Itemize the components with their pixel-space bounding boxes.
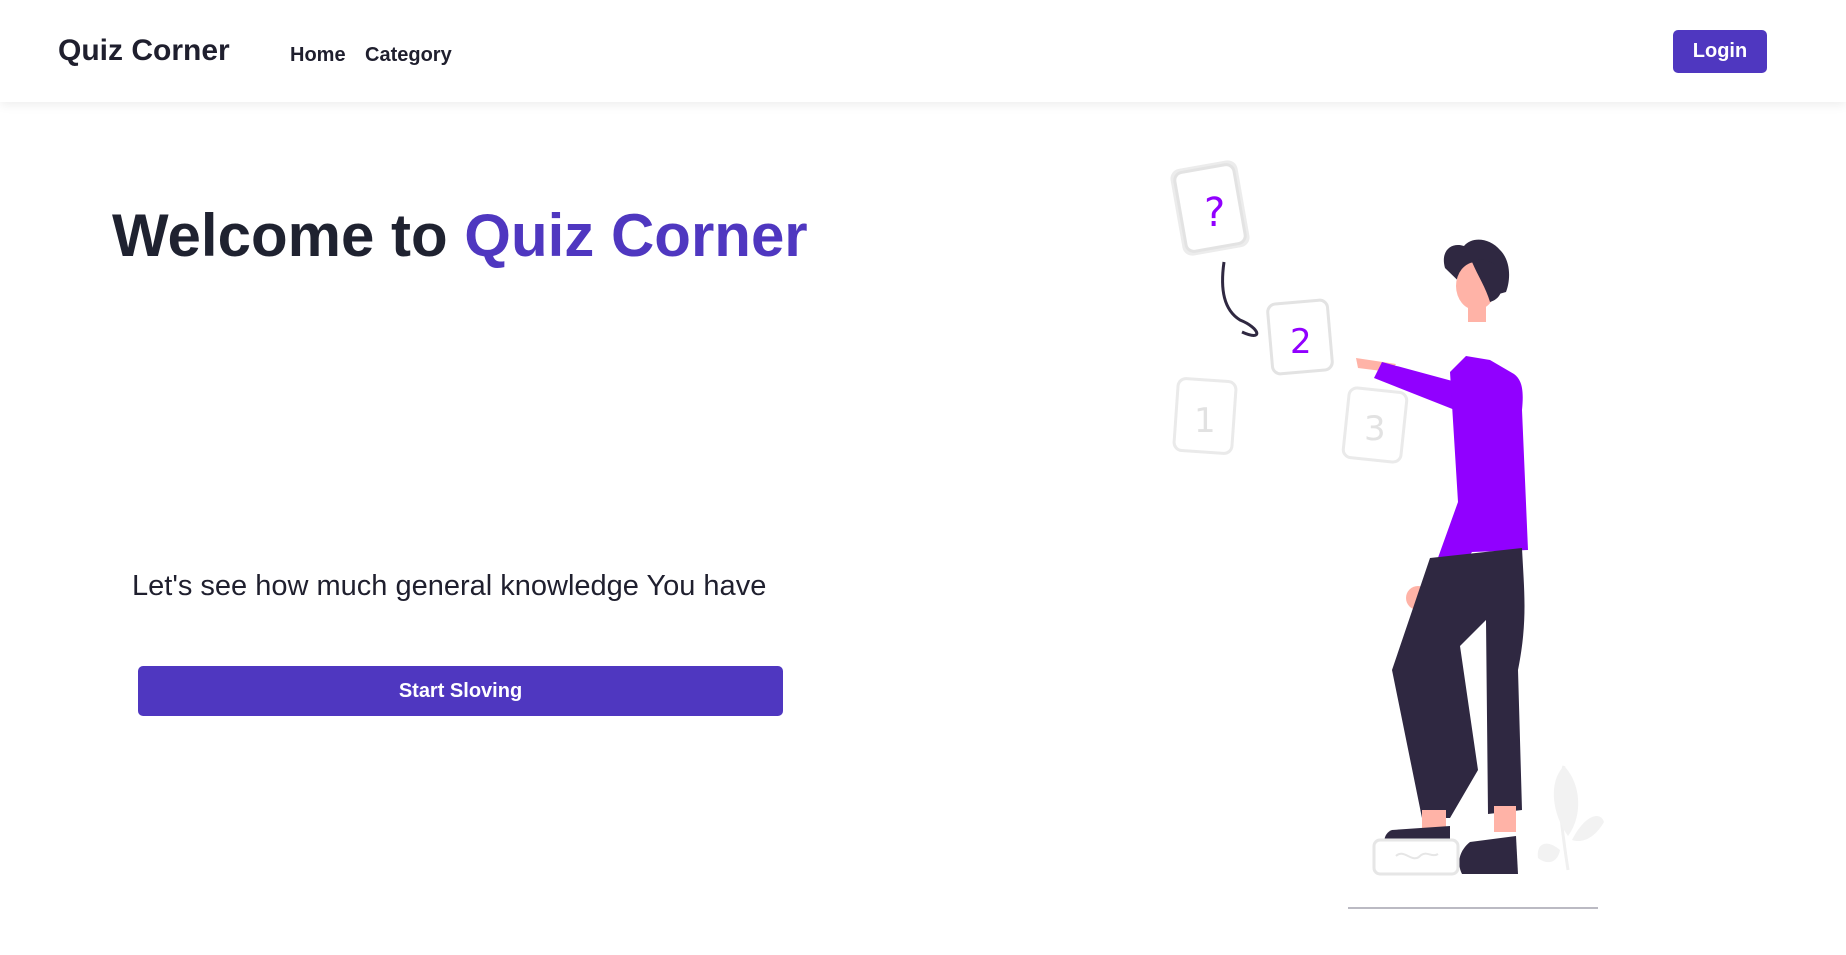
card-3-text: 3 <box>1364 409 1386 449</box>
person-figure-icon <box>1356 239 1528 874</box>
start-solving-button[interactable]: Start Sloving <box>138 666 783 716</box>
floor-card-icon <box>1372 838 1460 876</box>
number-card-1-icon: 1 <box>1172 377 1238 455</box>
quiz-illustration: ? 2 1 3 <box>1170 160 1604 909</box>
hero-title: Welcome to Quiz Corner <box>112 200 808 272</box>
question-card-icon: ? <box>1170 160 1250 256</box>
hero-title-accent: Quiz Corner <box>464 202 808 269</box>
nav-link-category[interactable]: Category <box>365 44 452 67</box>
card-1-text: 1 <box>1194 401 1216 441</box>
navbar: Quiz Corner Home Category Login <box>0 0 1846 102</box>
nav-link-home[interactable]: Home <box>290 44 346 67</box>
arrow-line <box>1221 261 1259 337</box>
card-2-text: 2 <box>1290 322 1312 362</box>
brand-logo[interactable]: Quiz Corner <box>58 34 230 68</box>
login-button[interactable]: Login <box>1673 30 1767 73</box>
hero-title-prefix: Welcome to <box>112 202 448 269</box>
number-card-2-icon: 2 <box>1266 298 1334 376</box>
hero-tagline: Let's see how much general knowledge You… <box>132 570 767 602</box>
number-card-3-icon: 3 <box>1341 386 1409 464</box>
plant-icon <box>1537 765 1604 871</box>
question-card-text: ? <box>1204 190 1225 236</box>
